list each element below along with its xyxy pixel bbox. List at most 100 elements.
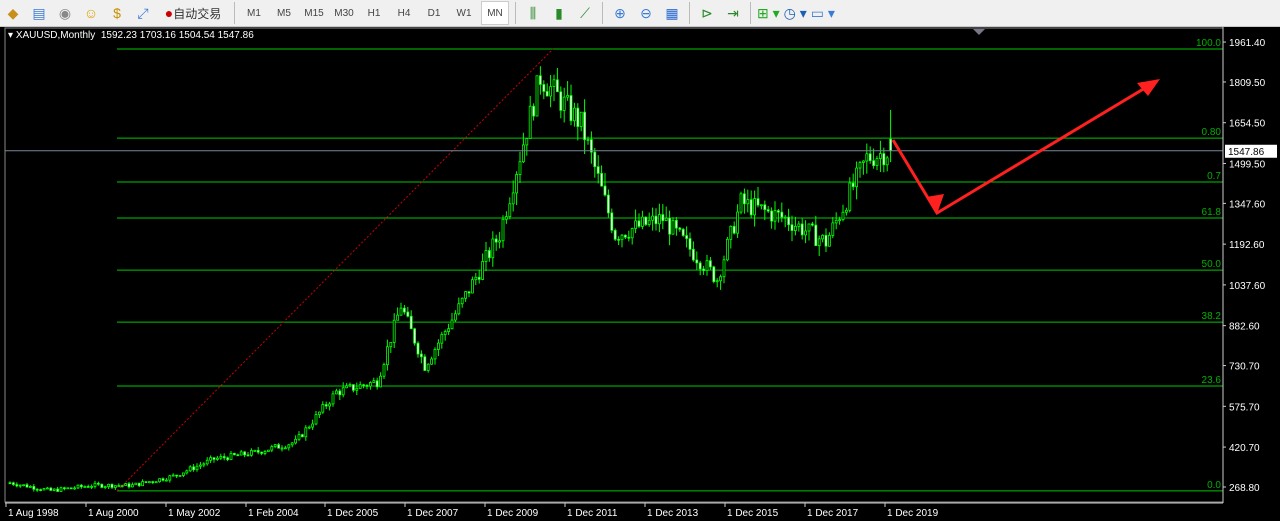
zoom-in-button[interactable]: ⊕ [609, 2, 631, 24]
candle-bull [229, 452, 233, 461]
candle-bear [787, 216, 790, 226]
candle-bull [436, 342, 440, 350]
candle-bull [528, 105, 532, 139]
plot-border [4, 27, 1224, 503]
candle-bull [722, 259, 726, 278]
candle-bull [396, 314, 400, 321]
candle-bull [90, 485, 93, 488]
candle-bear [644, 216, 648, 225]
candle-bear [35, 488, 39, 491]
candle-bull [634, 220, 637, 229]
candle-bull [219, 456, 223, 459]
candle-bear [811, 223, 814, 226]
candle-bull [481, 261, 485, 280]
candle-bull [834, 219, 838, 224]
fib-level-label: 0.0 [1207, 480, 1221, 491]
terminal-button[interactable]: $ [106, 2, 128, 24]
candle-bull [328, 403, 332, 407]
candle-bull [821, 234, 824, 240]
candle-bear [668, 217, 671, 235]
timeframe-m15[interactable]: M15 [301, 2, 327, 24]
candle-bull [515, 174, 518, 194]
bar-chart-button[interactable]: ⫼ [522, 2, 544, 24]
candle-bear [583, 111, 586, 141]
candle-bull [647, 219, 651, 225]
timeframe-h1[interactable]: H1 [361, 2, 387, 24]
candle-bull [760, 204, 763, 207]
candle-bear [351, 384, 355, 391]
current-price-label: 1547.86 [1228, 147, 1265, 158]
candle-bear [569, 95, 573, 122]
candle-bear [603, 185, 607, 196]
candle-bull [794, 225, 797, 231]
candle-bull [658, 214, 661, 225]
price-axis-label: 420.70 [1229, 443, 1260, 454]
candle-bull [28, 486, 32, 488]
candle-bear [732, 225, 736, 234]
candle-bull [239, 451, 243, 456]
timeframe-mn[interactable]: MN [481, 1, 509, 25]
candle-bear [144, 481, 148, 483]
candlestick-button[interactable]: ▮ [548, 2, 570, 24]
signals-button[interactable]: ◉ [54, 2, 76, 24]
candle-bull [620, 234, 624, 241]
candle-bull [474, 276, 478, 281]
templates-button[interactable]: ▭ ▾ [811, 2, 835, 24]
candle-bull [331, 393, 335, 405]
candle-bear [872, 160, 875, 167]
candle-bull [52, 488, 56, 491]
candle-bull [831, 222, 835, 236]
auto-trading-button[interactable]: ● 自动交易 [158, 2, 228, 24]
zoom-out-icon: ⊖ [640, 4, 652, 21]
separator [234, 2, 235, 24]
timeframe-h4[interactable]: H4 [391, 2, 417, 24]
candle-bull [130, 484, 134, 488]
zoom-out-button[interactable]: ⊖ [635, 2, 657, 24]
market-watch-button[interactable]: ▤ [28, 2, 50, 24]
candle-bull [154, 481, 158, 484]
autoscroll-button[interactable]: ⊳ [696, 2, 718, 24]
chart-shift-button[interactable]: ⇥ [722, 2, 744, 24]
new-order-button[interactable]: ◆ [2, 2, 24, 24]
price-chart[interactable]: 100.0 0.80 0.7 61.8 50.0 38.2 23.6 0.0 1961.40 18… [0, 27, 1280, 521]
time-axis-label: 1 Aug 2000 [88, 508, 139, 519]
candle-bull [202, 463, 206, 466]
candle-bear [661, 214, 665, 222]
candle-bull [447, 328, 451, 332]
candle-bear [559, 91, 563, 111]
tile-windows-button[interactable]: ▦ [661, 2, 683, 24]
indicators-button[interactable]: ⊞ ▾ [757, 2, 780, 24]
timeframe-m5[interactable]: M5 [271, 2, 297, 24]
candle-bull [178, 475, 182, 477]
candle-bull [579, 111, 583, 127]
timeframe-m30[interactable]: M30 [331, 2, 357, 24]
candle-bull [311, 423, 315, 428]
candle-bear [596, 166, 600, 174]
candle-bear [63, 487, 66, 490]
line-chart-button[interactable]: ⟋ [574, 2, 596, 24]
candle-bear [675, 219, 678, 229]
candle-bull [552, 79, 556, 88]
time-axis-label: 1 Feb 2004 [248, 508, 299, 519]
candle-bull [249, 450, 253, 456]
timeframe-m1[interactable]: M1 [241, 2, 267, 24]
timeframe-d1[interactable]: D1 [421, 2, 447, 24]
candle-bull [141, 481, 145, 487]
candle-bull [705, 260, 709, 271]
candle-bull [358, 384, 362, 389]
candle-bull [22, 484, 26, 487]
candle-bull [433, 349, 437, 360]
candle-bear [56, 488, 59, 492]
timeframe-w1[interactable]: W1 [451, 2, 477, 24]
candle-bull [168, 475, 172, 481]
fullscreen-button[interactable]: ⤢ [132, 2, 154, 24]
candle-bear [702, 268, 705, 271]
chart-shift-icon: ⇥ [727, 4, 739, 21]
candle-bull [841, 211, 845, 221]
candle-bear [409, 315, 413, 330]
candle-bear [32, 486, 36, 490]
navigator-button[interactable]: ☺ [80, 2, 102, 24]
periods-button[interactable]: ◷ ▾ [784, 2, 807, 24]
candle-bull [215, 457, 219, 460]
candle-bear [542, 84, 546, 92]
